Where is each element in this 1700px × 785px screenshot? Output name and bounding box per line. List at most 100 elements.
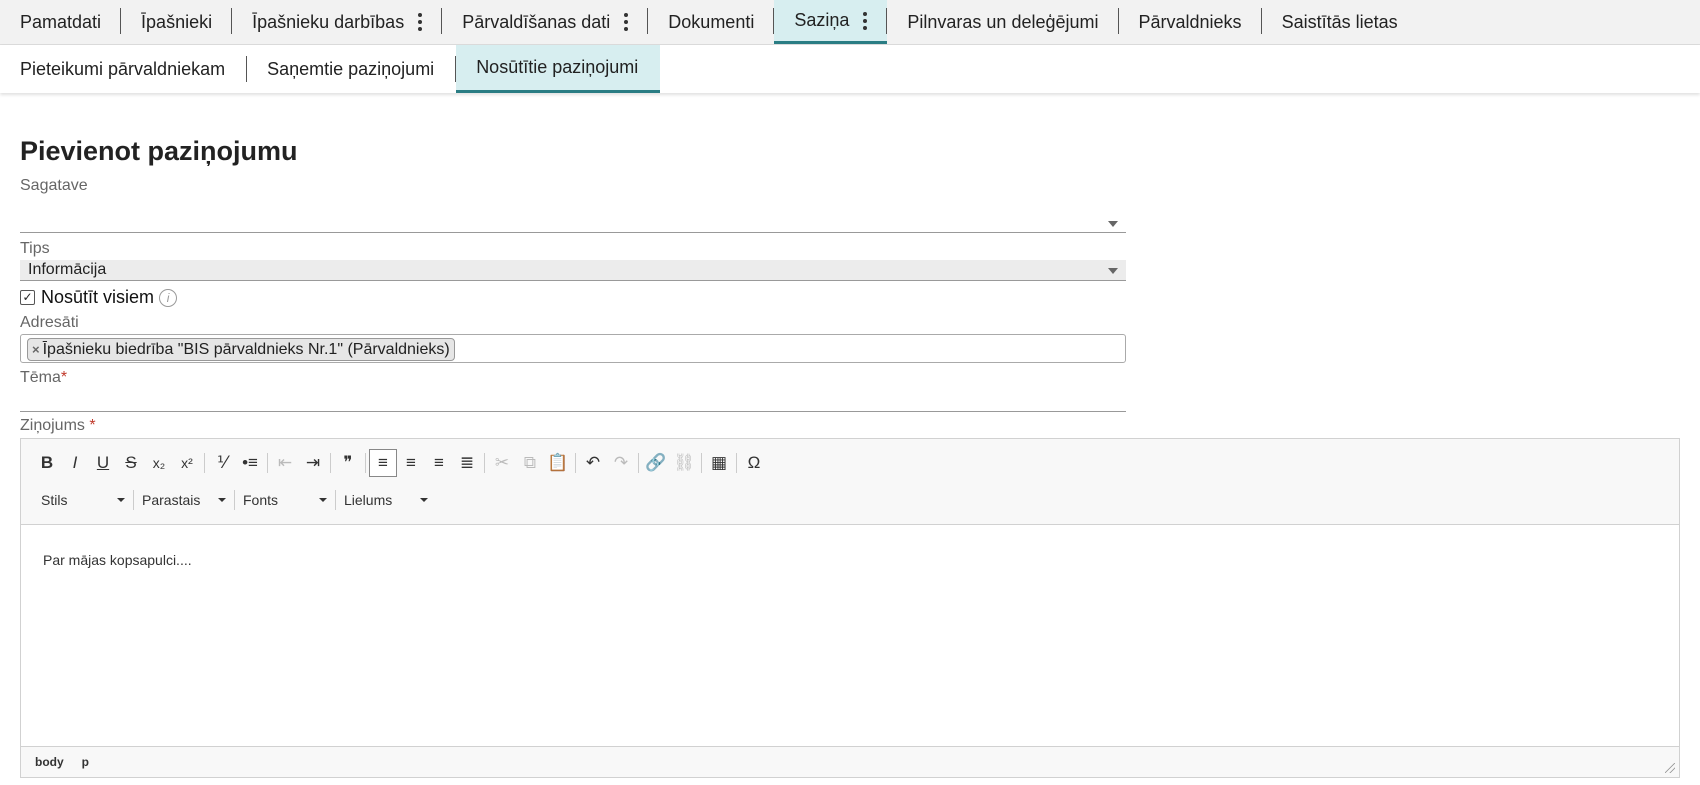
subject-label: Tēma*	[20, 369, 67, 387]
tab-saistitas-lietas[interactable]: Saistītās lietas	[1262, 0, 1418, 44]
tab-label: Saistītās lietas	[1281, 11, 1398, 32]
info-icon[interactable]: i	[159, 288, 178, 307]
message-label: Ziņojums *	[20, 417, 96, 435]
chevron-down-icon	[1108, 268, 1118, 274]
editor-text[interactable]: Par mājas kopsapulci....	[43, 552, 192, 568]
tab-label: Īpašnieku darbības	[252, 11, 405, 32]
copy-icon[interactable]: ⧉	[516, 449, 544, 477]
template-label: Sagatave	[20, 177, 88, 194]
tab-label: Pamatdati	[20, 11, 102, 32]
strikethrough-icon[interactable]: S	[117, 449, 145, 477]
toolbar-separator	[365, 453, 366, 473]
rich-text-editor: B I U Sx₂ x² ⅟ •≡ ⇤ ⇥ ❞ ≡ ≡ ≡ ≣ ✂ ⧉ 📋 ↶ ↷ 🔗 ⛓ ▦ Ω Stils Parasta…	[20, 438, 1680, 778]
sub-tab-bar: Pieteikumi pārvaldniekam Saņemtie paziņoj…	[0, 45, 1700, 93]
message-label-text: Ziņojums	[20, 417, 85, 434]
chevron-down-icon	[1108, 221, 1118, 227]
font-combo[interactable]: Fonts	[235, 489, 335, 511]
subject-input[interactable]	[20, 388, 1126, 412]
tab-ipasnieki[interactable]: Īpašnieki	[121, 0, 233, 44]
required-mark: *	[60, 369, 68, 386]
bulleted-list-icon[interactable]: •≡	[236, 449, 264, 477]
subtab-nosutitie-pazinojumi[interactable]: Nosūtītie paziņojumi	[456, 45, 661, 93]
type-label: Tips	[20, 240, 50, 257]
toolbar-buttons: B I U Sx₂ x² ⅟ •≡ ⇤ ⇥ ❞ ≡ ≡ ≡ ≣ ✂ ⧉ 📋 ↶ ↷ 🔗 ⛓ ▦ Ω	[33, 449, 768, 477]
send-all-checkbox[interactable]: ✓	[20, 290, 35, 305]
bold-icon[interactable]: B	[33, 449, 61, 477]
subscript-icon[interactable]: x₂	[145, 449, 173, 477]
toolbar-separator	[204, 453, 205, 473]
send-all-label[interactable]: Nosūtīt visiem	[41, 287, 154, 308]
link-icon[interactable]: 🔗	[642, 449, 670, 477]
chevron-down-icon	[420, 498, 428, 502]
numbered-list-icon[interactable]: ⅟	[208, 449, 236, 477]
tab-pilnvaras-un-delegejumi[interactable]: Pilnvaras un deleģējumi	[887, 0, 1119, 44]
indent-icon[interactable]: ⇥	[299, 449, 327, 477]
superscript-icon[interactable]: x²	[173, 449, 201, 477]
recipient-chip-label: Īpašnieku biedrība "BIS pārvaldnieks Nr.…	[42, 340, 450, 358]
paste-icon[interactable]: 📋	[544, 449, 572, 477]
tab-label: Īpašnieki	[141, 11, 213, 32]
blockquote-icon[interactable]: ❞	[334, 449, 362, 477]
tab-label: Pilnvaras un deleģējumi	[907, 11, 1099, 32]
toolbar-separator	[484, 453, 485, 473]
outdent-icon[interactable]: ⇤	[271, 449, 299, 477]
table-icon[interactable]: ▦	[705, 449, 733, 477]
unlink-icon[interactable]: ⛓	[670, 449, 698, 477]
font-combo-label: Fonts	[243, 492, 279, 508]
tab-label: Dokumenti	[668, 11, 755, 32]
recipients-field[interactable]: × Īpašnieku biedrība "BIS pārvaldnieks N…	[20, 334, 1126, 363]
send-all-row: ✓ Nosūtīt visiem i	[20, 287, 178, 308]
toolbar-separator	[701, 453, 702, 473]
tab-label: Pārvaldīšanas dati	[462, 11, 611, 32]
style-combo[interactable]: Stils	[33, 489, 133, 511]
justify-icon[interactable]: ≣	[453, 449, 481, 477]
type-value: Informācija	[28, 261, 107, 278]
toolbar-separator	[267, 453, 268, 473]
more-vertical-icon[interactable]	[418, 13, 423, 31]
tab-sazina[interactable]: Saziņa	[774, 0, 888, 44]
recipients-label: Adresāti	[20, 314, 79, 331]
align-center-icon[interactable]: ≡	[397, 449, 425, 477]
more-vertical-icon[interactable]	[863, 11, 868, 30]
subtab-pieteikumi-parvaldniekam[interactable]: Pieteikumi pārvaldniekam	[0, 45, 248, 93]
editor-path-bar: body p	[21, 746, 1679, 777]
path-p[interactable]: p	[82, 755, 89, 769]
toolbar-combos: Stils Parastais Fonts Lielums	[33, 489, 436, 511]
template-select[interactable]	[20, 200, 1126, 233]
toolbar-separator	[638, 453, 639, 473]
toolbar-separator	[330, 453, 331, 473]
subtab-sanemtie-pazinojumi[interactable]: Saņemtie paziņojumi	[247, 45, 457, 93]
undo-icon[interactable]: ↶	[579, 449, 607, 477]
style-combo-label: Stils	[41, 492, 68, 508]
path-body[interactable]: body	[35, 755, 64, 769]
recipient-chip: × Īpašnieku biedrība "BIS pārvaldnieks N…	[27, 338, 455, 361]
type-select[interactable]: Informācija	[20, 260, 1126, 281]
editor-content[interactable]: Par mājas kopsapulci....	[21, 525, 1679, 747]
required-mark: *	[89, 417, 96, 434]
cut-icon[interactable]: ✂	[488, 449, 516, 477]
tab-parvaldisanas-dati[interactable]: Pārvaldīšanas dati	[442, 0, 649, 44]
main-tab-bar: Pamatdati Īpašnieki Īpašnieku darbības Pārv…	[0, 0, 1700, 45]
remove-chip-icon[interactable]: ×	[32, 342, 40, 357]
size-combo-label: Lielums	[344, 492, 393, 508]
tab-parvaldnieks[interactable]: Pārvaldnieks	[1119, 0, 1262, 44]
underline-icon[interactable]: U	[89, 449, 117, 477]
toolbar-separator	[575, 453, 576, 473]
tab-label: Pārvaldnieks	[1138, 11, 1242, 32]
resize-grip-icon[interactable]	[1665, 763, 1675, 773]
redo-icon[interactable]: ↷	[607, 449, 635, 477]
tab-pamatdati[interactable]: Pamatdati	[0, 0, 122, 44]
align-left-icon[interactable]: ≡	[369, 449, 397, 477]
more-vertical-icon[interactable]	[624, 13, 629, 31]
page-title: Pievienot paziņojumu	[20, 136, 298, 166]
toolbar-separator	[736, 453, 737, 473]
format-combo[interactable]: Parastais	[134, 489, 234, 511]
size-combo[interactable]: Lielums	[336, 489, 436, 511]
special-char-icon[interactable]: Ω	[740, 449, 768, 477]
format-combo-label: Parastais	[142, 492, 201, 508]
italic-icon[interactable]: I	[61, 449, 89, 477]
chevron-down-icon	[319, 498, 327, 502]
tab-ipasnieku-darbibas[interactable]: Īpašnieku darbības	[232, 0, 443, 44]
align-right-icon[interactable]: ≡	[425, 449, 453, 477]
tab-dokumenti[interactable]: Dokumenti	[648, 0, 775, 44]
